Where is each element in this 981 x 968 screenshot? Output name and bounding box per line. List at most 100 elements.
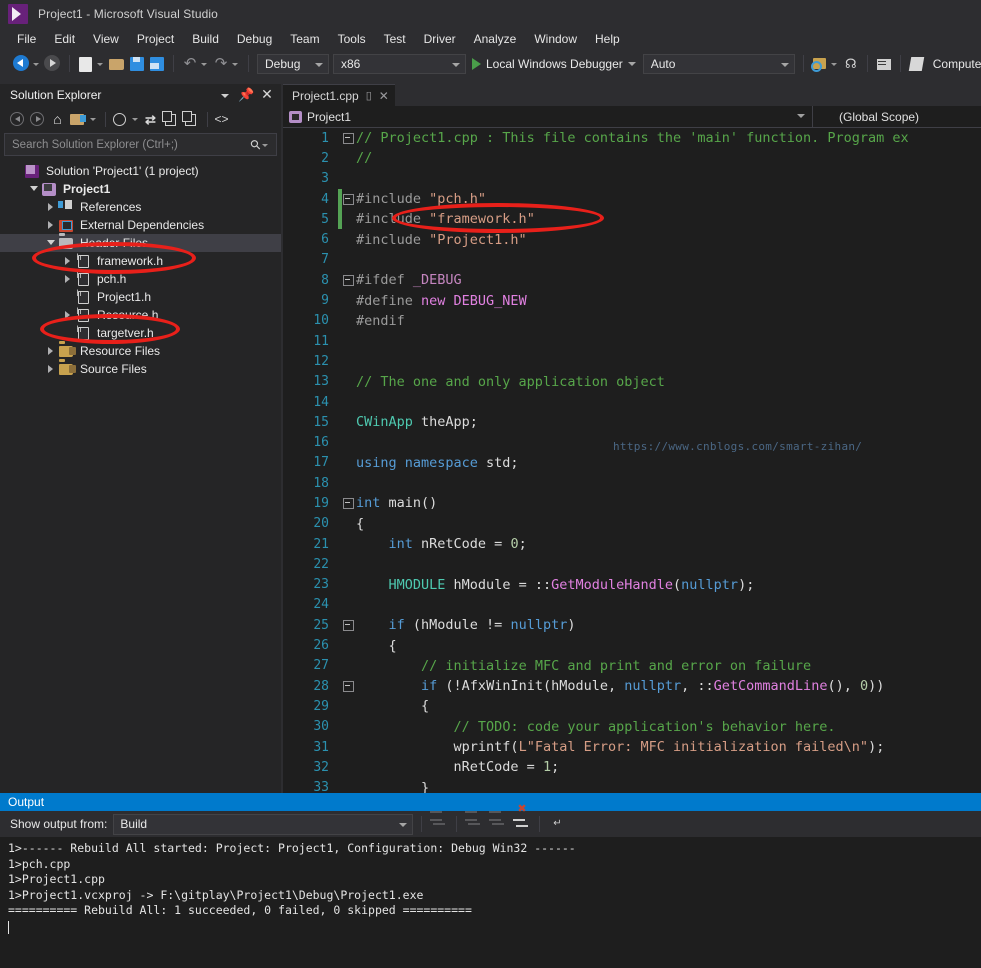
redo-icon[interactable]: ↷ <box>212 55 230 73</box>
menu-item-view[interactable]: View <box>84 30 128 48</box>
menu-item-edit[interactable]: Edit <box>45 30 84 48</box>
undo-icon[interactable]: ↶ <box>181 55 199 73</box>
code-line[interactable]: 19 int main() <box>283 493 981 513</box>
tree-item-resource-h[interactable]: Resource.h <box>0 306 281 324</box>
menu-item-driver[interactable]: Driver <box>415 30 465 48</box>
tree-item-header-files[interactable]: Header Files <box>0 234 281 252</box>
code-line[interactable]: 28 if (!AfxWinInit(hModule, nullptr, ::G… <box>283 676 981 696</box>
menu-item-project[interactable]: Project <box>128 30 183 48</box>
tree-item-project1-h[interactable]: Project1.h <box>0 288 281 306</box>
undo-dropdown[interactable] <box>200 56 209 72</box>
sync-with-active-document-icon[interactable]: ⇄ <box>142 111 159 128</box>
forward-icon[interactable] <box>29 111 46 128</box>
save-icon[interactable] <box>128 55 146 73</box>
show-all-files-icon[interactable] <box>69 111 86 128</box>
pin-icon[interactable]: 📌 <box>238 87 254 103</box>
pin-icon[interactable]: ▯ <box>366 89 372 102</box>
close-icon[interactable]: ✕ <box>379 89 389 103</box>
code-text-area[interactable]: https://www.cnblogs.com/smart-zihan/ 1 //… <box>283 128 981 793</box>
computer-name-label[interactable]: Computer1 <box>927 57 981 71</box>
tree-item-solution-project1-1-project[interactable]: Solution 'Project1' (1 project) <box>0 162 281 180</box>
tree-item-project1[interactable]: Project1 <box>0 180 281 198</box>
code-line[interactable]: 26 { <box>283 635 981 655</box>
find-message-icon[interactable] <box>430 815 448 833</box>
code-line[interactable]: 15 CWinApp theApp; <box>283 412 981 432</box>
show-all-files-dropdown[interactable] <box>89 111 98 127</box>
menu-item-tools[interactable]: Tools <box>329 30 375 48</box>
code-line[interactable]: 24 <box>283 595 981 615</box>
code-line[interactable]: 30 // TODO: code your application's beha… <box>283 717 981 737</box>
navigate-back-dropdown[interactable] <box>32 56 41 72</box>
code-line[interactable]: 31 wprintf(L"Fatal Error: MFC initializa… <box>283 737 981 757</box>
close-icon[interactable]: ✕ <box>259 87 275 103</box>
pending-changes-dropdown[interactable] <box>131 111 140 127</box>
tree-item-source-files[interactable]: Source Files <box>0 360 281 378</box>
chevron-right-icon[interactable] <box>59 253 75 269</box>
save-all-icon[interactable] <box>148 55 166 73</box>
navbar-project-dropdown[interactable]: Project1 <box>283 106 813 127</box>
show-output-from-dropdown[interactable]: Build <box>113 813 414 835</box>
start-debugging-button[interactable]: Local Windows Debugger <box>468 57 641 71</box>
code-line[interactable]: 7 <box>283 250 981 270</box>
chevron-right-icon[interactable] <box>42 361 58 377</box>
configuration-dropdown[interactable]: Debug <box>257 53 329 74</box>
collapse-region-icon[interactable] <box>342 493 356 513</box>
code-line[interactable]: 18 <box>283 473 981 493</box>
code-line[interactable]: 33 } <box>283 778 981 793</box>
collapse-all-icon[interactable] <box>182 111 199 128</box>
code-line[interactable]: 17 using namespace std; <box>283 453 981 473</box>
code-line[interactable]: 9 #define new DEBUG_NEW <box>283 290 981 310</box>
navbar-scope-dropdown[interactable]: (Global Scope) <box>813 106 981 127</box>
code-line[interactable]: 10 #endif <box>283 311 981 331</box>
code-line[interactable]: 21 int nRetCode = 0; <box>283 534 981 554</box>
menu-item-team[interactable]: Team <box>281 30 328 48</box>
chevron-down-icon[interactable] <box>42 235 58 251</box>
code-line[interactable]: 6 #include "Project1.h" <box>283 229 981 249</box>
pending-changes-icon[interactable] <box>111 111 128 128</box>
view-code-icon[interactable]: <> <box>213 111 230 128</box>
panel-menu-chevron-down-icon[interactable] <box>217 87 233 103</box>
open-file-icon[interactable] <box>108 55 126 73</box>
code-line[interactable]: 25 if (hModule != nullptr) <box>283 615 981 635</box>
chevron-right-icon[interactable] <box>59 307 75 323</box>
redo-dropdown[interactable] <box>231 56 240 72</box>
chevron-right-icon[interactable] <box>42 199 58 215</box>
code-line[interactable]: 3 <box>283 169 981 189</box>
code-line[interactable]: 14 <box>283 392 981 412</box>
tree-item-external-dependencies[interactable]: External Dependencies <box>0 216 281 234</box>
tree-item-framework-h[interactable]: framework.h <box>0 252 281 270</box>
chevron-down-icon[interactable] <box>25 181 41 197</box>
back-icon[interactable] <box>9 111 26 128</box>
output-text-area[interactable]: 1>------ Rebuild All started: Project: P… <box>0 837 981 968</box>
collapse-region-icon[interactable] <box>342 189 356 209</box>
code-line[interactable]: 27 // initialize MFC and print and error… <box>283 656 981 676</box>
menu-item-window[interactable]: Window <box>525 30 586 48</box>
menu-item-build[interactable]: Build <box>183 30 228 48</box>
debug-target-dropdown[interactable] <box>830 56 839 72</box>
code-line[interactable]: 12 <box>283 351 981 371</box>
collapse-region-icon[interactable] <box>342 615 356 635</box>
clear-all-icon[interactable] <box>513 815 531 833</box>
branch-icon[interactable]: ☊ <box>842 55 860 73</box>
toggle-word-wrap-icon[interactable]: ↵ <box>548 815 566 833</box>
chevron-right-icon[interactable] <box>59 271 75 287</box>
code-line[interactable]: 8 #ifdef _DEBUG <box>283 270 981 290</box>
tree-item-pch-h[interactable]: pch.h <box>0 270 281 288</box>
code-line[interactable]: 5 #include "framework.h" <box>283 209 981 230</box>
platform-dropdown[interactable]: x86 <box>333 53 466 74</box>
menu-item-debug[interactable]: Debug <box>228 30 281 48</box>
home-icon[interactable]: ⌂ <box>49 111 66 128</box>
code-line[interactable]: 1 // Project1.cpp : This file contains th… <box>283 128 981 148</box>
chevron-right-icon[interactable] <box>42 343 58 359</box>
connect-icon[interactable] <box>908 55 926 73</box>
new-project-dropdown[interactable] <box>96 56 105 72</box>
menu-item-test[interactable]: Test <box>375 30 415 48</box>
code-line[interactable]: 13 // The one and only application object <box>283 372 981 392</box>
debug-target-icon[interactable] <box>811 55 829 73</box>
code-line[interactable]: 20 { <box>283 514 981 534</box>
collapse-region-icon[interactable] <box>342 270 356 290</box>
code-line[interactable]: 22 <box>283 554 981 574</box>
go-to-previous-message-icon[interactable] <box>465 815 483 833</box>
search-options-chevron-down-icon[interactable] <box>261 137 270 153</box>
go-to-next-message-icon[interactable] <box>489 815 507 833</box>
